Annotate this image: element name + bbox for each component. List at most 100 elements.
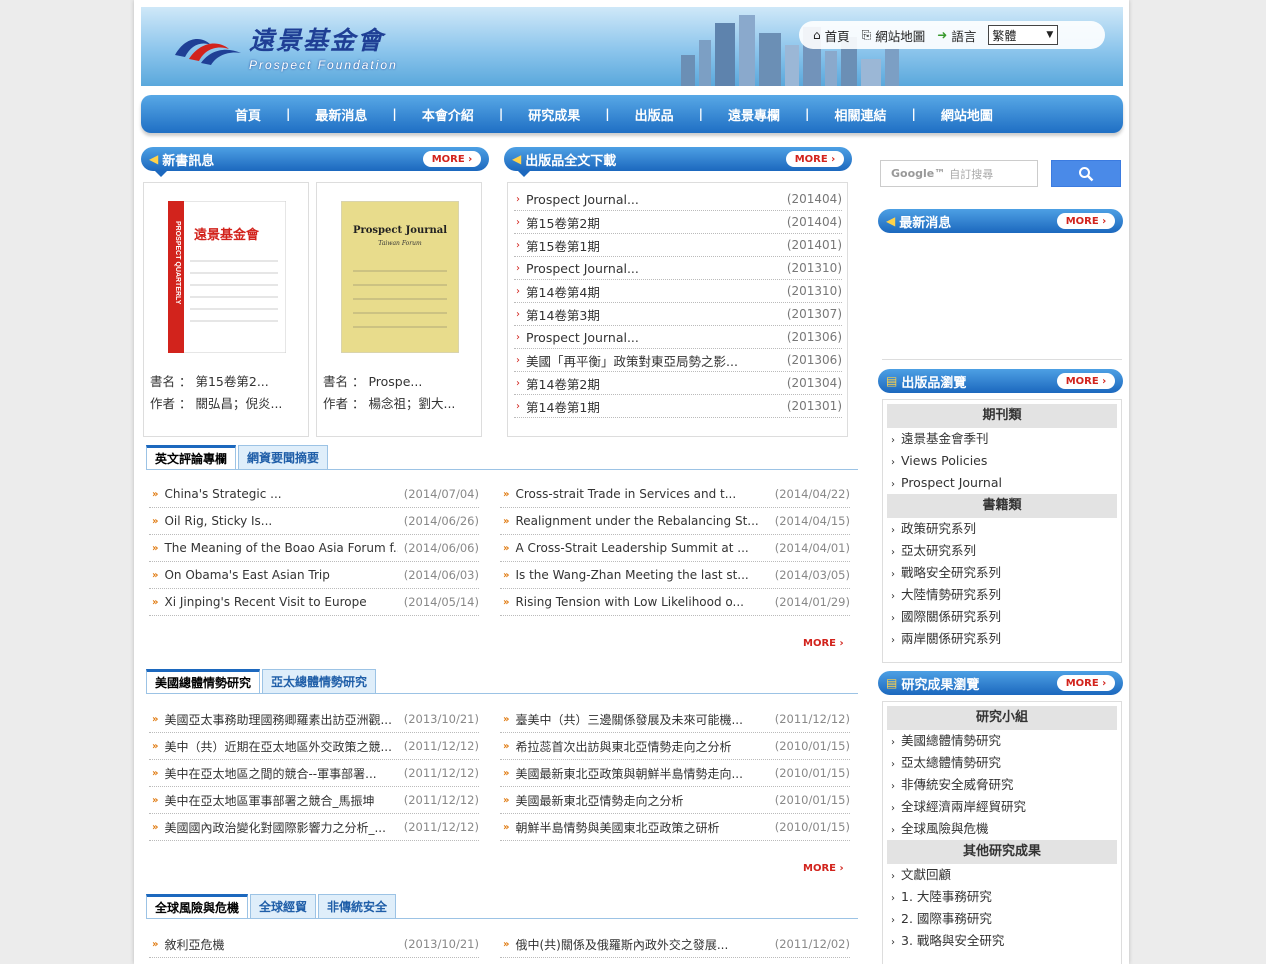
download-item[interactable]: › 第14卷第1期 (201301) [514, 395, 842, 418]
new-books-title: 新書訊息 [162, 153, 215, 169]
nav-sitemap[interactable]: 網站地圖 [941, 105, 993, 124]
language-select[interactable]: 繁體 ▼ [988, 25, 1059, 45]
research-link[interactable]: › 亞太總體情勢研究 [883, 752, 1121, 774]
list-item[interactable]: » 希拉蕊首次出訪與東北亞情勢走向之分析 (2010/01/15) [500, 733, 850, 760]
list-item[interactable]: » 臺美中（共）三邊關係發展及未來可能機... (2011/12/12) [500, 706, 850, 733]
list-item[interactable]: » Cross-strait Trade in Services and t...… [500, 481, 850, 508]
list-item[interactable]: » 美國最新東北亞政策與朝鮮半島情勢走向... (2010/01/15) [500, 760, 850, 787]
publication-link[interactable]: › 戰略安全研究系列 [883, 562, 1121, 584]
megaphone-icon: ◀ [512, 152, 522, 166]
search-button[interactable] [1051, 160, 1121, 187]
search-input[interactable]: Google™ 自訂搜尋 [880, 160, 1038, 187]
list-item[interactable]: » The Meaning of the Boao Asia Forum f...… [149, 535, 479, 562]
list-item[interactable]: » 美中（共）近期在亞太地區外交政策之競... (2011/12/12) [149, 733, 479, 760]
research-link[interactable]: › 非傳統安全威脅研究 [883, 774, 1121, 796]
download-item[interactable]: › 第15卷第2期 (201404) [514, 211, 842, 234]
list-item[interactable]: » A Cross-Strait Leadership Summit at ...… [500, 535, 850, 562]
nav-links[interactable]: 相關連結 [834, 105, 886, 124]
list-item[interactable]: » 美國亞太事務助理國務卿羅素出訪亞洲觀... (2013/10/21) [149, 706, 479, 733]
research-link[interactable]: › 全球經濟兩岸經貿研究 [883, 796, 1121, 818]
book-card[interactable]: Prospect Journal Taiwan Forum 書名 ： Prosp… [316, 182, 482, 437]
downloads-more-button[interactable]: MORE › [786, 151, 844, 167]
downloads-title: 出版品全文下載 [525, 153, 617, 169]
list-item[interactable]: » Realignment under the Rebalancing St...… [500, 508, 850, 535]
list-item[interactable]: » 朝鮮半島情勢與美國東北亞政策之研析 (2010/01/15) [500, 814, 850, 841]
tab-us-research[interactable]: 美國總體情勢研究 [146, 669, 261, 693]
list-item[interactable]: » Is the Wang-Zhan Meeting the last st...… [500, 562, 850, 589]
book-card[interactable]: PROSPECT QUARTERLY 遠景基金會 書名 ： 第15卷第2... … [143, 182, 309, 437]
download-item[interactable]: › 第14卷第2期 (201304) [514, 372, 842, 395]
sitemap-icon: ⎘ [861, 27, 872, 42]
download-item[interactable]: › 第14卷第3期 (201307) [514, 303, 842, 326]
nav-publications[interactable]: 出版品 [635, 105, 674, 124]
publication-link[interactable]: › 政策研究系列 [883, 518, 1121, 540]
new-books-more-button[interactable]: MORE › [423, 151, 481, 167]
publication-link[interactable]: › Prospect Journal [883, 472, 1121, 494]
section1-tabs: 英文評論專欄 網資要聞摘要 [146, 444, 858, 470]
list-item[interactable]: » Rising Tension with Low Likelihood o...… [500, 589, 850, 616]
research-header: ▤ 研究成果瀏覽 MORE › [878, 671, 1123, 695]
nav-column[interactable]: 遠景專欄 [728, 105, 780, 124]
book-title[interactable]: Prospe... [368, 374, 422, 389]
list-item[interactable]: » 美中在亞太地區之間的競合--軍事部署... (2011/12/12) [149, 760, 479, 787]
research-link[interactable]: › 1. 大陸事務研究 [883, 886, 1121, 908]
latest-news-more-button[interactable]: MORE › [1057, 213, 1115, 229]
nav-news[interactable]: 最新消息 [315, 105, 367, 124]
category-heading: 書籍類 [887, 494, 1117, 518]
tab-nontraditional-security[interactable]: 非傳統安全 [318, 894, 397, 918]
publication-link[interactable]: › 亞太研究系列 [883, 540, 1121, 562]
research-link[interactable]: › 美國總體情勢研究 [883, 730, 1121, 752]
section1-more-link[interactable]: MORE › [803, 638, 844, 649]
list-item[interactable]: » Xi Jinping's Recent Visit to Europe (201… [149, 589, 479, 616]
nav-about[interactable]: 本會介紹 [422, 105, 474, 124]
tab-global-trade[interactable]: 全球經貿 [250, 894, 317, 918]
download-item[interactable]: › 第14卷第4期 (201310) [514, 280, 842, 303]
category-heading: 研究小組 [887, 706, 1117, 730]
publication-link[interactable]: › 遠景基金會季刊 [883, 428, 1121, 450]
research-link[interactable]: › 2. 國際事務研究 [883, 908, 1121, 930]
tab-global-risk[interactable]: 全球風險與危機 [146, 894, 249, 918]
research-more-button[interactable]: MORE › [1057, 675, 1115, 691]
list-item[interactable]: » On Obama's East Asian Trip (2014/06/03) [149, 562, 479, 589]
book-cover-quarterly[interactable]: PROSPECT QUARTERLY 遠景基金會 [168, 201, 286, 353]
book-cover-journal[interactable]: Prospect Journal Taiwan Forum [341, 201, 459, 353]
download-item[interactable]: › Prospect Journal... (201404) [514, 188, 842, 211]
site-header: 遠景基金會 Prospect Foundation ⌂ 首頁 ⎘ 網站地圖 ➜ … [141, 7, 1123, 86]
book-author: 關弘昌；倪炎... [195, 396, 283, 411]
new-books-header: ◀ 新書訊息 MORE › [141, 147, 489, 177]
research-link[interactable]: › 3. 戰略與安全研究 [883, 930, 1121, 952]
svg-text:遠景基金會: 遠景基金會 [194, 227, 260, 243]
sitemap-link[interactable]: 網站地圖 [875, 26, 925, 45]
download-item[interactable]: › Prospect Journal... (201306) [514, 326, 842, 349]
list-item[interactable]: » 美中在亞太地區軍事部署之競合_馬振坤 (2011/12/12) [149, 787, 479, 814]
publications-more-button[interactable]: MORE › [1057, 373, 1115, 389]
list-item[interactable]: » Oil Rig, Sticky Is... (2014/06/26) [149, 508, 479, 535]
publication-link[interactable]: › 國際關係研究系列 [883, 606, 1121, 628]
home-link[interactable]: 首頁 [825, 26, 850, 45]
top-links: ⌂ 首頁 ⎘ 網站地圖 ➜ 語言 繁體 ▼ [799, 21, 1105, 49]
research-link[interactable]: › 全球風險與危機 [883, 818, 1121, 840]
section2-more-link[interactable]: MORE › [803, 863, 844, 874]
download-item[interactable]: › Prospect Journal... (201310) [514, 257, 842, 280]
list-item[interactable]: » 美國國內政治變化對國際影響力之分析_... (2011/12/12) [149, 814, 479, 841]
foundation-logo[interactable]: 遠景基金會 Prospect Foundation [171, 21, 398, 72]
download-item[interactable]: › 美國「再平衡」政策對東亞局勢之影... (201306) [514, 349, 842, 372]
publication-link[interactable]: › Views Policies [883, 450, 1121, 472]
nav-home[interactable]: 首頁 [235, 105, 261, 124]
publication-link[interactable]: › 大陸情勢研究系列 [883, 584, 1121, 606]
book-title[interactable]: 第15卷第2... [195, 374, 268, 389]
publication-link[interactable]: › 兩岸關係研究系列 [883, 628, 1121, 650]
language-label: 語言 [951, 28, 977, 44]
download-item[interactable]: › 第15卷第1期 (201401) [514, 234, 842, 257]
list-item[interactable]: » 美國最新東北亞情勢走向之分析 (2010/01/15) [500, 787, 850, 814]
tab-english-commentary[interactable]: 英文評論專欄 [146, 445, 237, 469]
list-item[interactable]: » 俄中(共)關係及俄羅斯內政外交之發展... (2011/12/02) [500, 931, 850, 958]
tab-asia-pacific-research[interactable]: 亞太總體情勢研究 [262, 669, 377, 693]
list-item[interactable]: » China's Strategic ... (2014/07/04) [149, 481, 479, 508]
tab-news-digest[interactable]: 網資要聞摘要 [238, 445, 329, 469]
list-item[interactable]: » 敘利亞危機 (2013/10/21) [149, 931, 479, 958]
research-link[interactable]: › 文獻回顧 [883, 864, 1121, 886]
dropdown-arrow-icon: ▼ [1046, 30, 1054, 40]
arrow-right-icon: ➜ [937, 28, 948, 42]
nav-research[interactable]: 研究成果 [528, 105, 580, 124]
